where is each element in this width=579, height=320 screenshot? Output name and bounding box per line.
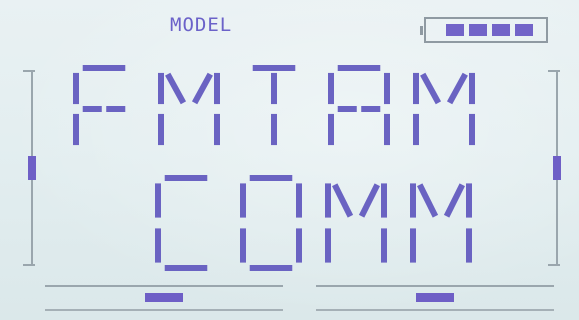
- right-trim-position-marker: [553, 156, 561, 180]
- lcd-segment: [417, 183, 439, 218]
- bottom-right-horizontal-trim: [316, 285, 554, 311]
- lcd-screen: MODEL: [0, 0, 579, 320]
- lcd-segment: [191, 72, 213, 105]
- battery-terminal: [420, 26, 423, 35]
- segment-character: [240, 175, 302, 271]
- lcd-segment: [358, 183, 380, 218]
- trim-rail: [316, 309, 554, 311]
- trim-end-mark: [23, 264, 35, 266]
- trim-end-mark: [548, 264, 560, 266]
- segment-character: [73, 65, 126, 146]
- lcd-segment: [443, 183, 465, 218]
- segment-character: [155, 175, 208, 271]
- segment-character: [413, 72, 475, 146]
- trim-end-mark: [548, 70, 560, 72]
- lcd-segment: [446, 72, 468, 105]
- bottom-right-trim-position-marker: [416, 293, 454, 302]
- trim-end-mark: [23, 70, 35, 72]
- left-trim-position-marker: [28, 156, 36, 180]
- lcd-segment: [165, 72, 187, 105]
- battery-cell: [468, 24, 487, 36]
- segment-character: [328, 65, 390, 146]
- segment-character: [158, 72, 220, 146]
- mode-label: MODEL: [170, 14, 233, 36]
- battery-indicator-icon: [420, 17, 548, 43]
- segment-character: [252, 65, 296, 146]
- battery-cell: [514, 24, 533, 36]
- right-vertical-trim: [548, 70, 561, 266]
- segment-character: [325, 183, 387, 263]
- trim-rail: [45, 309, 283, 311]
- segment-text-svg: [155, 175, 472, 271]
- segment-character: [410, 183, 472, 263]
- battery-cell: [491, 24, 510, 36]
- bottom-left-trim-position-marker: [145, 293, 183, 302]
- segment-text-svg: [73, 65, 475, 146]
- bottom-left-horizontal-trim: [45, 285, 283, 311]
- battery-cell: [445, 24, 464, 36]
- lcd-segment: [420, 72, 442, 105]
- left-vertical-trim: [23, 70, 36, 266]
- lcd-segment: [332, 183, 354, 218]
